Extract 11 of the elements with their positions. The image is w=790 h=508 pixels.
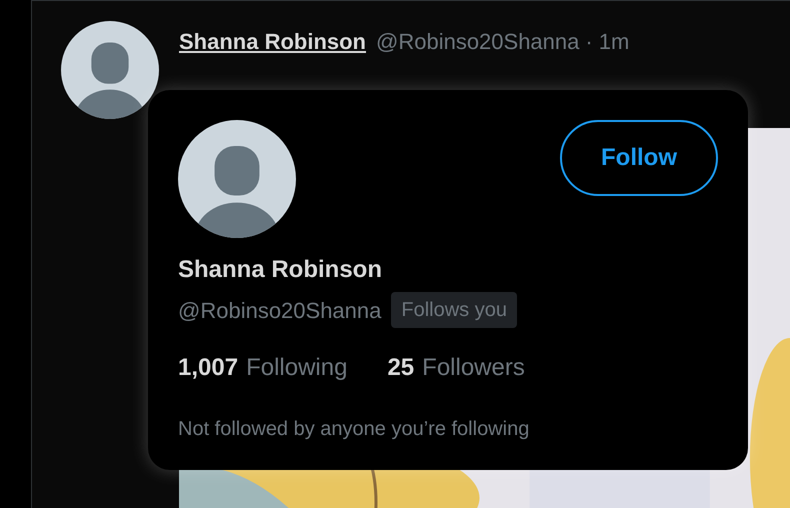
- follow-button[interactable]: Follow: [560, 120, 718, 196]
- profile-name[interactable]: Shanna Robinson: [178, 252, 718, 288]
- follows-you-badge: Follows you: [391, 292, 517, 328]
- author-name[interactable]: Shanna Robinson: [179, 25, 366, 58]
- stat-link[interactable]: 25 Followers: [387, 350, 525, 386]
- profile-handle: @Robinso20Shanna: [178, 296, 382, 324]
- author-handle: @Robinso20Shanna: [376, 28, 580, 56]
- followers-note: Not followed by anyone you’re following: [178, 417, 530, 442]
- timestamp: 1m: [598, 28, 630, 56]
- stat-link[interactable]: 1,007 Following: [178, 350, 348, 386]
- separator: ·: [585, 28, 593, 56]
